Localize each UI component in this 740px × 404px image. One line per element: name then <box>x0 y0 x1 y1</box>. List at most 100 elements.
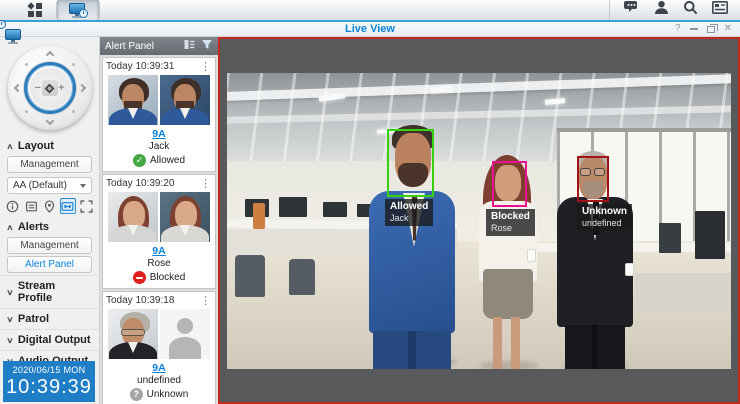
ptz-left-icon[interactable] <box>13 84 21 92</box>
info-icon[interactable] <box>5 198 20 214</box>
main-menu-icon <box>28 3 42 17</box>
camera-feed[interactable]: Allowed Jack Blocked Rose Unknown undefi… <box>227 73 731 369</box>
alert-list: Today 10:39:31 ⋮ 9A Jack Allowed Today 1… <box>100 55 218 404</box>
desktop-taskbar <box>0 0 740 22</box>
detection-name: undefined <box>582 218 627 229</box>
detection-label-blocked: Blocked Rose <box>486 209 535 237</box>
alert-card[interactable]: Today 10:39:31 ⋮ 9A Jack Allowed <box>102 57 216 172</box>
clock-date: 2020/06/15 MON <box>3 365 95 375</box>
taskbar-tray <box>609 0 740 20</box>
status-label: Blocked <box>150 272 186 283</box>
more-options-icon[interactable]: ⋮ <box>199 294 212 307</box>
detection-status: Unknown <box>582 206 627 218</box>
chevron-down-icon: ∨ <box>6 315 13 324</box>
section-layout[interactable]: ∧ Layout <box>0 136 99 154</box>
camera-link[interactable]: 9A <box>106 245 212 257</box>
search-icon[interactable] <box>683 0 698 20</box>
main-menu-button[interactable] <box>14 0 56 20</box>
alerts-management-button[interactable]: Management <box>7 237 92 254</box>
control-sidebar: − + ∧ Layout Management AA (Default) <box>0 37 100 404</box>
alert-timestamp: Today 10:39:18 <box>106 295 199 306</box>
window-title: Live View <box>0 22 740 37</box>
alert-timestamp: Today 10:39:31 <box>106 61 199 72</box>
ptz-home-button[interactable] <box>42 80 58 96</box>
clock-time: 10:39:39 <box>3 376 95 399</box>
chevron-down-icon: ∨ <box>6 336 13 345</box>
filter-icon[interactable] <box>201 39 213 53</box>
detection-name: Jack <box>390 213 428 224</box>
status-row: Unknown <box>106 388 212 401</box>
status-row: Allowed <box>106 154 212 167</box>
zoom-out-button[interactable]: − <box>35 82 41 94</box>
camera-link[interactable]: 9A <box>106 362 212 374</box>
status-label: Unknown <box>147 389 189 400</box>
zoom-in-button[interactable]: + <box>58 82 64 94</box>
ptz-up-icon[interactable] <box>45 51 53 59</box>
blocked-icon <box>133 271 146 284</box>
surveillance-station-app-button[interactable] <box>57 0 99 20</box>
chevron-down-icon <box>80 184 86 188</box>
detection-name: Rose <box>491 223 530 234</box>
alert-panel-header: Alert Panel <box>100 37 218 55</box>
snapshot-icon[interactable] <box>23 198 38 214</box>
camera-tile-selected[interactable]: Allowed Jack Blocked Rose Unknown undefi… <box>218 37 740 404</box>
user-account-icon[interactable] <box>654 0 669 20</box>
layout-management-button[interactable]: Management <box>7 156 92 173</box>
person-name: Rose <box>106 258 212 269</box>
minimize-button[interactable] <box>690 28 698 30</box>
widgets-icon[interactable] <box>712 1 728 19</box>
chevron-up-icon: ∧ <box>6 142 13 151</box>
restore-button[interactable] <box>707 26 715 33</box>
close-button[interactable]: ✕ <box>724 24 732 34</box>
person-name: undefined <box>106 375 212 386</box>
alert-timestamp: Today 10:39:20 <box>106 178 199 189</box>
section-patrol[interactable]: ∨ Patrol <box>0 308 99 329</box>
detection-box-unknown <box>577 156 609 202</box>
section-label: Alerts <box>18 221 49 233</box>
detected-face-thumbnail[interactable] <box>108 75 158 125</box>
camera-link[interactable]: 9A <box>106 128 212 140</box>
more-options-icon[interactable]: ⋮ <box>199 60 212 73</box>
fit-width-icon[interactable] <box>60 198 75 214</box>
ptz-right-icon[interactable] <box>77 84 85 92</box>
surveillance-station-icon <box>69 3 87 18</box>
section-digital-output[interactable]: ∨ Digital Output <box>0 329 99 350</box>
alert-panel: Alert Panel Today 10:39:31 ⋮ 9A Jack <box>100 37 218 404</box>
list-view-icon[interactable] <box>184 39 195 53</box>
detection-box-allowed <box>387 129 434 197</box>
view-toolbar <box>5 198 94 214</box>
registered-face-thumbnail[interactable] <box>160 192 210 242</box>
status-row: Blocked <box>106 271 212 284</box>
layout-profile-select[interactable]: AA (Default) <box>7 177 92 194</box>
person-name: Jack <box>106 141 212 152</box>
alert-panel-title: Alert Panel <box>105 41 178 52</box>
system-clock: 2020/06/15 MON 10:39:39 <box>3 361 95 402</box>
detected-face-thumbnail[interactable] <box>108 309 158 359</box>
alert-card[interactable]: Today 10:39:18 ⋮ 9A undefined Unknown <box>102 291 216 404</box>
detection-label-allowed: Allowed Jack <box>385 199 433 227</box>
help-button[interactable]: ? <box>675 24 681 34</box>
ptz-down-icon[interactable] <box>45 117 53 125</box>
alert-panel-button[interactable]: Alert Panel <box>7 256 92 273</box>
ptz-control-wheel[interactable]: − + <box>8 46 92 130</box>
layout-profile-value: AA (Default) <box>13 180 80 191</box>
notifications-icon[interactable] <box>624 0 640 20</box>
alert-card[interactable]: Today 10:39:20 ⋮ 9A Rose Blocked <box>102 174 216 289</box>
chevron-down-icon: ∨ <box>6 288 13 297</box>
fullscreen-icon[interactable] <box>79 198 94 214</box>
section-label: Digital Output <box>18 334 91 346</box>
unknown-person-placeholder-icon[interactable] <box>160 309 210 359</box>
chevron-up-icon: ∧ <box>6 223 13 232</box>
detection-label-unknown: Unknown undefined <box>577 204 632 232</box>
location-pin-icon[interactable] <box>42 198 57 214</box>
detected-face-thumbnail[interactable] <box>108 192 158 242</box>
registered-face-thumbnail[interactable] <box>160 75 210 125</box>
section-stream-profile[interactable]: ∨ Stream Profile <box>0 275 99 308</box>
status-label: Allowed <box>150 155 185 166</box>
more-options-icon[interactable]: ⋮ <box>199 177 212 190</box>
live-view-titlebar[interactable]: Live View ? ✕ <box>0 22 740 37</box>
section-alerts[interactable]: ∧ Alerts <box>0 217 99 235</box>
section-label: Patrol <box>18 313 49 325</box>
section-label: Stream Profile <box>18 280 92 304</box>
allowed-icon <box>133 154 146 167</box>
